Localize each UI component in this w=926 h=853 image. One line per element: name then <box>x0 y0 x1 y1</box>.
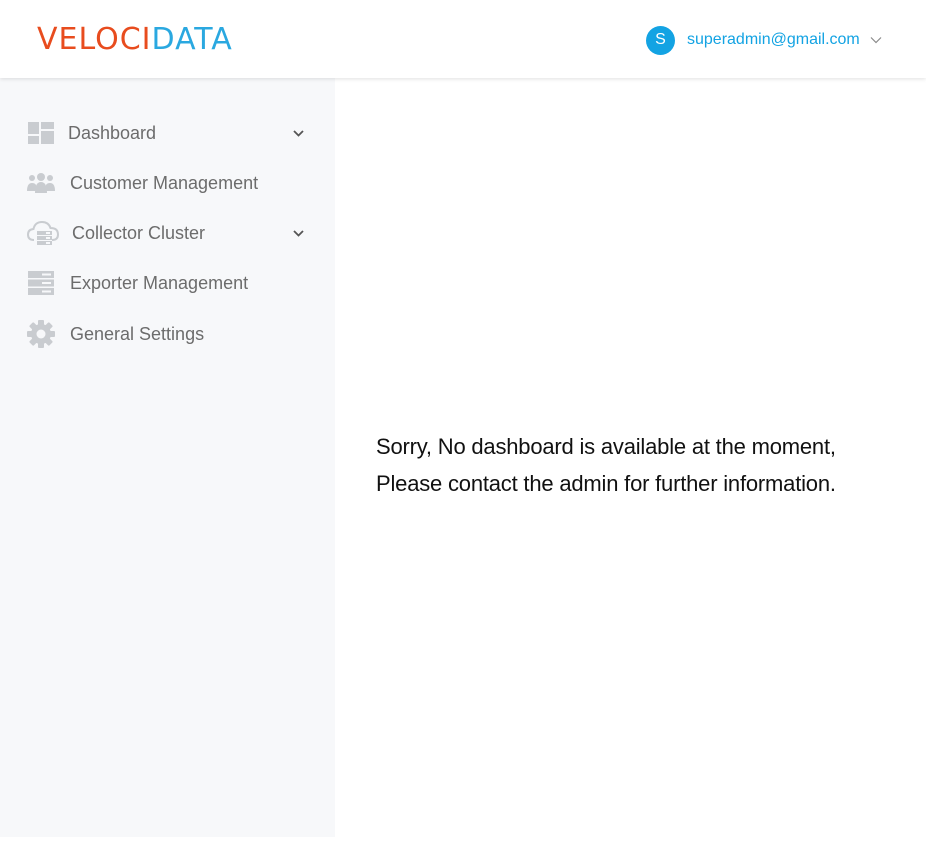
sidebar-item-label: Exporter Management <box>70 272 249 293</box>
sidebar-item-label: Customer Management <box>70 172 259 193</box>
empty-dashboard-message: Sorry, No dashboard is available at the … <box>376 434 836 496</box>
chevron-down-icon[interactable] <box>291 226 305 240</box>
avatar[interactable]: S <box>646 25 675 55</box>
sidebar-item-collector-cluster[interactable]: Collector Cluster <box>0 211 335 255</box>
dashboard-icon <box>27 119 55 147</box>
logo-part-data: DATA <box>151 22 233 57</box>
user-menu[interactable]: S superadmin@gmail.com <box>646 25 882 55</box>
cloud-server-icon <box>27 219 61 247</box>
logo-part-veloci: VELOCI <box>37 22 152 57</box>
sidebar: Dashboard Customer Management Collector … <box>0 78 335 837</box>
sidebar-item-label: Collector Cluster <box>72 222 206 243</box>
sidebar-item-exporter-management[interactable]: Exporter Management <box>0 261 335 305</box>
main-content: Sorry, No dashboard is available at the … <box>335 78 926 837</box>
sidebar-item-label: Dashboard <box>68 122 157 143</box>
sidebar-item-general-settings[interactable]: General Settings <box>0 312 335 356</box>
sidebar-item-label: General Settings <box>70 323 205 344</box>
sidebar-item-dashboard[interactable]: Dashboard <box>0 111 335 155</box>
velocidata-logo[interactable]: VELOCIDATA <box>37 20 233 60</box>
sidebar-item-customer-management[interactable]: Customer Management <box>0 161 335 205</box>
top-header: VELOCIDATA S superadmin@gmail.com <box>0 0 926 78</box>
chevron-down-icon[interactable] <box>870 34 882 46</box>
gear-icon <box>27 320 55 348</box>
server-rack-icon <box>27 269 55 297</box>
chevron-down-icon[interactable] <box>291 126 305 140</box>
user-email[interactable]: superadmin@gmail.com <box>687 31 860 49</box>
users-icon <box>27 169 55 197</box>
